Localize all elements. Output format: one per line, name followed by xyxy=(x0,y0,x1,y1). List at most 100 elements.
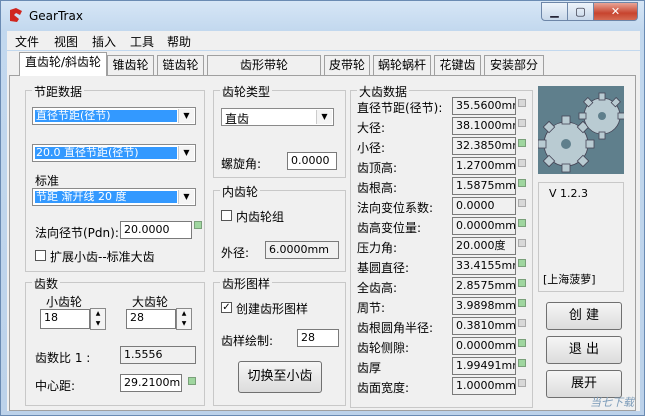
big-row-indicator[interactable] xyxy=(518,239,526,247)
big-row-indicator[interactable] xyxy=(518,299,526,307)
normal-pitch-indicator xyxy=(194,221,202,229)
version-label: V 1.2.3 xyxy=(549,187,589,200)
close-button[interactable]: ✕ xyxy=(593,2,638,21)
big-row-indicator[interactable] xyxy=(518,199,526,207)
client-area: 直齿轮/斜齿轮 锥齿轮 链齿轮 齿形带轮 [HP39.CN] 皮带轮 蜗轮蜗杆 … xyxy=(7,51,640,411)
big-row-label: 齿根高: xyxy=(357,181,398,195)
gear-teeth-field[interactable]: 28 xyxy=(126,309,176,329)
tab-spur-helical[interactable]: 直齿轮/斜齿轮 xyxy=(19,52,107,76)
big-row-indicator[interactable] xyxy=(518,259,526,267)
big-row-value: 3.9898mm xyxy=(452,297,516,315)
big-row-label: 法向变位系数: xyxy=(357,201,434,215)
pitch-data-title: 节距数据 xyxy=(32,83,85,100)
extend-label: 扩展小齿--标准大齿 xyxy=(50,250,155,264)
maximize-button[interactable]: ▢ xyxy=(567,2,594,21)
pitch-type-select[interactable]: 直径节距(径节) ▼ xyxy=(32,107,196,125)
tooth-profile-group: 齿形图样 ✓ 创建齿形图样 齿样绘制: 28 切换至小齿 xyxy=(213,275,346,406)
gear-label: 大齿轮 xyxy=(132,295,169,309)
gear-stepper[interactable]: ▲ ▼ xyxy=(176,308,192,330)
standard-value: 节距 渐开线 20 度 xyxy=(35,191,177,203)
menu-view[interactable]: 视图 xyxy=(54,33,78,50)
big-row-indicator[interactable] xyxy=(518,99,526,107)
create-profile-checkbox[interactable]: ✓ xyxy=(221,302,232,313)
tab-sprocket[interactable]: 链齿轮 xyxy=(157,55,204,75)
big-row-value: 1.99491mm xyxy=(452,357,516,375)
big-row-value: 0.0000mm xyxy=(452,337,516,355)
gear-type-group: 齿轮类型 直齿 ▼ 螺旋角: 0.0000 xyxy=(213,83,346,178)
gear-preview xyxy=(537,86,626,174)
gear-image-icon xyxy=(537,86,626,174)
pinion-teeth-field[interactable]: 18 xyxy=(40,309,90,329)
big-row-value: 0.0000mm xyxy=(452,217,516,235)
menu-insert[interactable]: 插入 xyxy=(92,33,116,50)
tab-install[interactable]: 安装部分 xyxy=(484,55,544,75)
profile-draw-label: 齿样绘制: xyxy=(221,334,274,348)
chevron-down-icon[interactable]: ▼ xyxy=(178,146,194,160)
chevron-down-icon[interactable]: ▼ xyxy=(316,110,332,124)
big-row-indicator[interactable] xyxy=(518,179,526,187)
helix-angle-label: 螺旋角: xyxy=(221,157,262,171)
switch-to-pinion-button[interactable]: 切换至小齿 xyxy=(238,361,322,393)
big-row-indicator[interactable] xyxy=(518,219,526,227)
tab-timing-pulley[interactable]: 齿形带轮 [HP39.CN] xyxy=(207,55,321,91)
standard-select[interactable]: 节距 渐开线 20 度 ▼ xyxy=(32,188,196,206)
big-row-label: 直径节距(径节): xyxy=(357,101,443,115)
big-row-indicator[interactable] xyxy=(518,339,526,347)
normal-pitch-field[interactable]: 20.0000 xyxy=(120,221,192,239)
big-row-indicator[interactable] xyxy=(518,139,526,147)
tab-spline[interactable]: 花键齿 xyxy=(434,55,481,75)
minimize-button[interactable]: ▁ xyxy=(541,2,568,21)
teeth-group: 齿数 小齿轮 大齿轮 18 ▲ ▼ 28 ▲ ▼ 齿数比 1 : 1.5556 中心… xyxy=(25,275,205,406)
big-row-value: 32.3850mm xyxy=(452,137,516,155)
big-row-indicator[interactable] xyxy=(518,319,526,327)
menu-tools[interactable]: 工具 xyxy=(130,33,154,50)
normal-pitch-label: 法向径节(Pdn): xyxy=(35,226,119,240)
helix-angle-field[interactable]: 0.0000 xyxy=(287,152,337,170)
teeth-title: 齿数 xyxy=(32,275,61,292)
extend-checkbox[interactable] xyxy=(35,250,46,261)
standard-label: 标准 xyxy=(35,174,60,188)
app-logo-icon xyxy=(10,8,22,22)
ratio-label: 齿数比 1 : xyxy=(35,351,91,365)
exit-button[interactable]: 退 出 xyxy=(546,336,622,364)
big-row-label: 基圆直径: xyxy=(357,261,410,275)
big-row-indicator[interactable] xyxy=(518,119,526,127)
big-row-label: 齿厚 xyxy=(357,361,382,375)
big-row-value: 1.2700mm xyxy=(452,157,516,175)
create-button[interactable]: 创 建 xyxy=(546,302,622,330)
pitch-value-select[interactable]: 20.0 直径节距(径节) ▼ xyxy=(32,144,196,162)
big-row-value: 0.0000 xyxy=(452,197,516,215)
big-gear-data-title: 大齿数据 xyxy=(357,83,410,100)
big-row-value: 35.5600mm xyxy=(452,97,516,115)
menu-help[interactable]: 帮助 xyxy=(167,33,191,50)
menu-file[interactable]: 文件 xyxy=(15,33,39,50)
big-gear-data-group: 大齿数据 直径节距(径节): 35.5600mm 大径: 38.1000mm 小径: 32… xyxy=(350,83,533,408)
center-distance-field[interactable]: 29.2100mm xyxy=(120,374,182,392)
watermark-text: 当七下载 xyxy=(590,396,634,409)
credit-label: [上海菠萝] xyxy=(543,273,596,286)
profile-draw-field[interactable]: 28 xyxy=(297,329,339,347)
big-row-value: 2.8575mm xyxy=(452,277,516,295)
big-row-label: 全齿高: xyxy=(357,281,398,295)
tab-worm[interactable]: 蜗轮蜗杆 xyxy=(373,55,431,75)
chevron-down-icon[interactable]: ▼ xyxy=(178,190,194,204)
gear-type-select[interactable]: 直齿 ▼ xyxy=(221,108,334,126)
big-row-indicator[interactable] xyxy=(518,379,526,387)
big-row-indicator[interactable] xyxy=(518,159,526,167)
big-row-label: 齿根圆角半径: xyxy=(357,321,434,335)
pinion-label: 小齿轮 xyxy=(46,295,83,309)
internal-gear-group: 内齿轮 内齿轮组 外径: 6.0000mm xyxy=(213,183,346,272)
tab-belt-pulley[interactable]: 皮带轮 xyxy=(324,55,370,75)
internal-gear-checkbox[interactable] xyxy=(221,210,232,221)
center-distance-label: 中心距: xyxy=(35,379,76,393)
gear-type-value: 直齿 xyxy=(225,112,250,126)
chevron-down-icon[interactable]: ▼ xyxy=(178,109,194,123)
big-row-indicator[interactable] xyxy=(518,279,526,287)
big-row-indicator[interactable] xyxy=(518,359,526,367)
pinion-stepper[interactable]: ▲ ▼ xyxy=(90,308,106,330)
tab-bevel[interactable]: 锥齿轮 xyxy=(107,55,154,75)
menu-bar: 文件 视图 插入 工具 帮助 xyxy=(7,31,640,50)
big-row-value: 1.0000mm xyxy=(452,377,516,395)
big-row-label: 齿高变位量: xyxy=(357,221,422,235)
big-row-value: 38.1000mm xyxy=(452,117,516,135)
